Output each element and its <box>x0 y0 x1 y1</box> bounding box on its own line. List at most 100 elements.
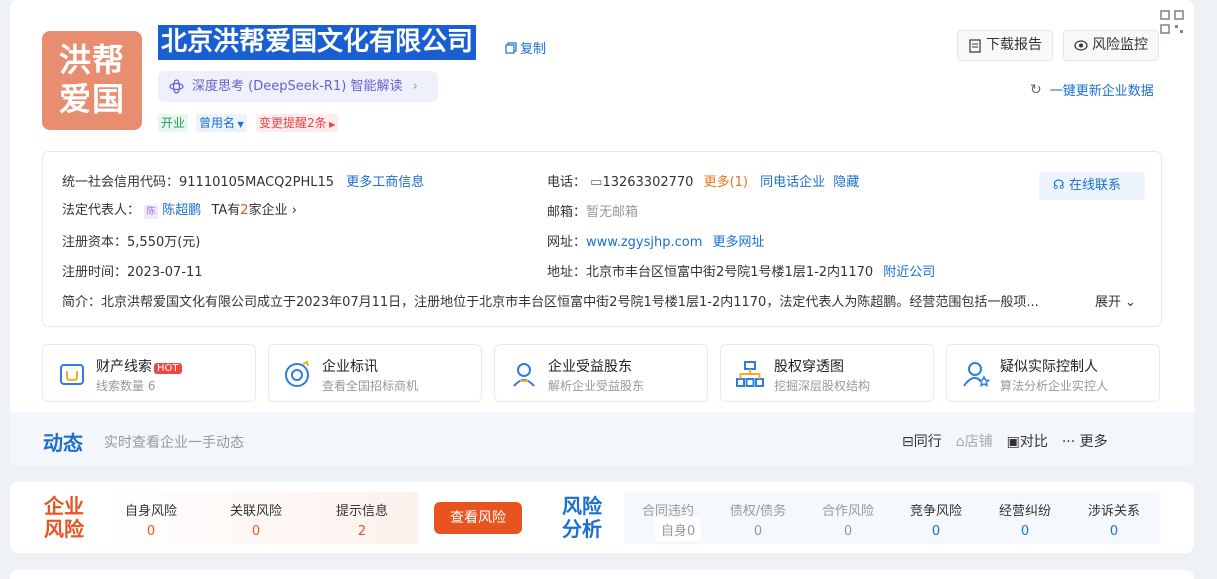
more-site-link[interactable]: 更多网址 <box>713 235 765 250</box>
analysis-title-line-1: 风险 <box>562 494 602 518</box>
risk-count: 0 <box>146 524 156 539</box>
feature-sub: 查看全国招标商机 <box>322 379 419 393</box>
phone-more-link[interactable]: 更多(1) <box>704 175 748 190</box>
date-value: 2023-07-11 <box>127 265 203 280</box>
site-row: 网址：www.zgysjhp.com 更多网址 <box>547 231 765 250</box>
legal-ta-count: 2 <box>240 203 249 218</box>
same-phone-link[interactable]: 同电话企业 <box>760 175 825 190</box>
compare-label: 对比 <box>1019 434 1048 450</box>
hot-badge: HOT <box>154 363 182 374</box>
status-badge: 开业 <box>158 114 189 132</box>
qrcode-icon[interactable] <box>1160 10 1184 34</box>
legal-label: 法定代表人： <box>62 203 141 218</box>
feature-sub: 线索数量 6 <box>96 379 156 393</box>
chevron-right-icon: › <box>412 79 418 94</box>
ai-interpret-button[interactable]: 深度思考 (DeepSeek-R1) 智能解读 › <box>158 71 438 102</box>
feature-sub: 算法分析企业实控人 <box>1000 379 1109 393</box>
analysis-label: 合同违约 <box>641 504 694 519</box>
analysis-competition[interactable]: 竞争风险 0 <box>898 500 974 539</box>
nearby-link[interactable]: 附近公司 <box>883 265 935 280</box>
copy-button[interactable]: 复制 <box>505 38 546 57</box>
risk-hint[interactable]: 提示信息 2 <box>323 500 401 539</box>
refresh-data-button[interactable]: ↻ 一键更新企业数据 <box>1030 80 1154 100</box>
feature-asset-clues[interactable]: 财产线索 HOT 线索数量 6 <box>42 344 256 402</box>
feature-title: 企业受益股东 <box>548 359 632 375</box>
risk-title-line-1: 企业 <box>44 494 84 518</box>
folder-clue-icon <box>60 364 84 385</box>
risk-self[interactable]: 自身风险 0 <box>112 500 190 539</box>
risk-related[interactable]: 关联风险 0 <box>217 500 295 539</box>
analysis-count: 0 <box>931 524 941 539</box>
news-title: 动态 <box>43 431 83 455</box>
feature-sub: 解析企业受益股东 <box>548 379 645 393</box>
analysis-dispute[interactable]: 经营纠纷 0 <box>987 500 1063 539</box>
target-icon <box>285 360 309 387</box>
feature-title: 疑似实际控制人 <box>1000 359 1098 375</box>
analysis-label: 合作风险 <box>821 504 874 519</box>
copy-label: 复制 <box>520 42 547 57</box>
analysis-litigation[interactable]: 涉诉关系 0 <box>1076 500 1152 539</box>
hide-link[interactable]: 隐藏 <box>833 175 859 190</box>
ai-label: 深度思考 (DeepSeek-R1) 智能解读 <box>192 79 403 94</box>
download-report-button[interactable]: 下载报告 <box>957 30 1053 61</box>
chevron-right-icon[interactable]: › <box>292 203 297 218</box>
shop-label: 店铺 <box>964 434 993 450</box>
eye-icon <box>1074 40 1088 51</box>
intro-text: 北京洪帮爱国文化有限公司成立于2023年07月11日，注册地位于北京市丰台区恒富… <box>101 295 1039 310</box>
phone-row: 电话： ▭13263302770 更多(1) 同电话企业 隐藏 <box>547 171 859 190</box>
self-risk-tooltip: 自身0 <box>655 518 702 541</box>
more-button[interactable]: ··· 更多 <box>1062 431 1108 451</box>
feature-controller[interactable]: 疑似实际控制人 算法分析企业实控人 <box>946 344 1160 402</box>
analysis-count: 0 <box>753 524 763 539</box>
risk-monitor-button[interactable]: 风险监控 <box>1063 30 1159 61</box>
date-label: 注册时间： <box>62 265 128 280</box>
risk-analysis-title: 风险 分析 <box>562 495 602 541</box>
risk-count: 0 <box>251 524 261 539</box>
legal-rep-row: 法定代表人： 陈 陈超鹏 TA有2家企业 › <box>62 199 297 219</box>
analysis-cooperation[interactable]: 合作风险 0 <box>810 500 886 539</box>
change-alert-label: 变更提醒2条 <box>259 116 327 130</box>
more-biz-link[interactable]: 更多工商信息 <box>346 175 424 190</box>
shop-button[interactable]: ⌂店铺 <box>956 431 993 451</box>
analysis-debt[interactable]: 债权/债务 0 <box>718 500 798 539</box>
expand-label: 展开 <box>1095 295 1122 310</box>
capital-value: 5,550万(元) <box>127 235 201 250</box>
feature-title: 财产线索 <box>96 359 152 375</box>
peer-button[interactable]: ⊟同行 <box>902 431 942 451</box>
ai-icon <box>169 79 184 94</box>
feature-bidding[interactable]: 企业标讯 查看全国招标商机 <box>268 344 482 402</box>
email-value: 暂无邮箱 <box>586 205 639 220</box>
legal-ta-suffix: 家企业 <box>248 203 288 218</box>
view-risk-button[interactable]: 查看风险 <box>434 502 522 534</box>
refresh-icon: ↻ <box>1030 81 1042 98</box>
site-link[interactable]: www.zgysjhp.com <box>586 235 702 250</box>
addr-value: 北京市丰台区恒富中街2号院1号楼1层1-2内1170 <box>586 265 874 280</box>
compare-button[interactable]: ▣对比 <box>1007 431 1048 451</box>
phone-value: 13263302770 <box>602 175 694 190</box>
site-label: 网址： <box>547 235 587 250</box>
email-row: 邮箱：暂无邮箱 <box>547 201 638 220</box>
analysis-count: 0 <box>1020 524 1030 539</box>
shop-icon: ⌂ <box>955 434 965 450</box>
legal-name-link[interactable]: 陈超鹏 <box>162 203 201 218</box>
analysis-label: 债权/债务 <box>729 504 787 519</box>
intro-label: 简介： <box>62 295 102 310</box>
news-subtitle: 实时查看企业一手动态 <box>104 435 244 451</box>
addr-label: 地址： <box>547 265 587 280</box>
phone-icon: ▭ <box>590 175 603 190</box>
feature-equity-chart[interactable]: 股权穿透图 挖掘深层股权结构 <box>720 344 934 402</box>
expand-button[interactable]: 展开 ⌄ <box>1093 291 1136 310</box>
change-alert-tag[interactable]: 变更提醒2条 ▶ <box>256 114 339 132</box>
feature-beneficial-owner[interactable]: 企业受益股东 解析企业受益股东 <box>494 344 708 402</box>
analysis-title-line-2: 分析 <box>562 517 602 541</box>
reg-date-row: 注册时间：2023-07-11 <box>62 261 203 280</box>
online-contact-button[interactable]: ☊ 在线联系 <box>1039 172 1145 200</box>
company-logo: 洪帮 爱国 <box>42 31 142 130</box>
chevron-down-icon: ⌄ <box>1125 295 1136 310</box>
peer-label: 同行 <box>913 434 942 450</box>
download-label: 下载报告 <box>986 37 1042 53</box>
intro-row: 简介：北京洪帮爱国文化有限公司成立于2023年07月11日，注册地位于北京市丰台… <box>62 291 1142 310</box>
former-name-tag[interactable]: 曾用名 ▼ <box>196 114 247 132</box>
credit-code-value: 91110105MACQ2PHL15 <box>179 175 335 190</box>
compare-icon: ▣ <box>1006 434 1020 450</box>
